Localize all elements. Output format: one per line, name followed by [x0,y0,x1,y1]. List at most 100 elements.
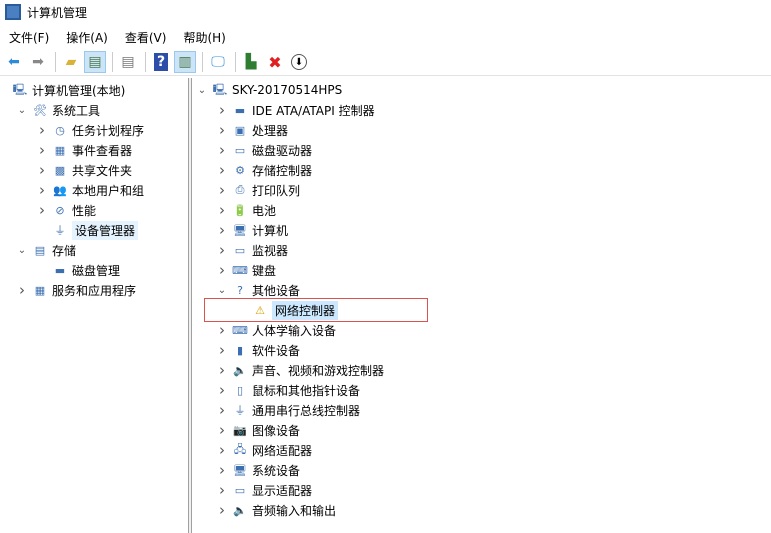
title-bar: 计算机管理 [0,0,771,24]
tree-item-label: 软件设备 [252,343,301,358]
chevron-right-icon[interactable]: › [216,121,228,139]
menu-view[interactable]: 查看(V) [116,29,175,46]
tree-item[interactable]: ⌄ ▤ 存储 [16,240,76,260]
disable-icon[interactable]: ⬇ [288,51,310,73]
tree-item-label: 网络控制器 [272,300,339,320]
tree-item[interactable]: › ⊘ 性能 [36,200,96,220]
tree-item-label: 其他设备 [252,283,301,298]
chevron-right-icon[interactable]: › [216,341,228,359]
separator [112,52,113,72]
chevron-right-icon[interactable]: › [216,361,228,379]
device-category[interactable]: › ⚙ 存储控制器 [216,160,312,180]
menu-help[interactable]: 帮助(H) [174,29,233,46]
device-category[interactable]: › 🔈 声音、视频和游戏控制器 [216,360,384,380]
tree-item-label: 事件查看器 [72,143,133,158]
chevron-right-icon[interactable]: › [216,381,228,399]
device-category[interactable]: › ⎙ 打印队列 [216,180,300,200]
forward-icon[interactable]: ➡ [27,51,49,73]
chevron-right-icon[interactable]: › [36,121,48,139]
chevron-right-icon[interactable]: › [216,321,228,339]
tree-item[interactable]: › ◷ 任务计划程序 [36,120,144,140]
tree-item[interactable]: › 👥 本地用户和组 [36,180,144,200]
tree-item[interactable]: ▬ 磁盘管理 [36,260,120,280]
users-icon: 👥 [53,183,67,197]
chevron-down-icon[interactable]: ⌄ [16,105,28,116]
tree-item-label: 服务和应用程序 [52,283,137,298]
show-hide-tree-icon[interactable]: ▤ [84,51,106,73]
chevron-right-icon[interactable]: › [216,481,228,499]
tree-item-label: 性能 [72,203,97,218]
device-category[interactable]: › ▯ 鼠标和其他指针设备 [216,380,360,400]
tree-item[interactable]: ⌄ 🛠 系统工具 [16,100,100,120]
menu-action[interactable]: 操作(A) [57,29,116,46]
printer-icon: ⎙ [235,183,245,196]
device-category[interactable]: › 📷 图像设备 [216,420,300,440]
device-category[interactable]: › ⏚ 通用串行总线控制器 [216,400,360,420]
device-category[interactable]: › 🖥 计算机 [216,220,288,240]
computer-management-icon: 🖳 [12,82,28,96]
device-item[interactable]: ⚠ 网络控制器 [236,300,339,320]
up-folder-icon[interactable]: ▰ [60,51,82,73]
tree-item-label: 图像设备 [252,423,301,438]
tree-root[interactable]: ⌄ 🖳 SKY-20170514HPS [196,80,342,100]
back-icon[interactable]: ⬅ [3,51,25,73]
device-category[interactable]: ⌄? 其他设备 [216,280,300,300]
tree-item-label: 声音、视频和游戏控制器 [252,363,385,378]
help-icon[interactable]: ? [150,51,172,73]
pane-splitter[interactable] [189,78,192,533]
device-category[interactable]: › ▬ IDE ATA/ATAPI 控制器 [216,100,375,120]
chevron-right-icon[interactable]: › [216,221,228,239]
chevron-right-icon[interactable]: › [216,501,228,519]
tree-item[interactable]: 🖳 计算机管理(本地) [0,80,126,100]
chevron-right-icon[interactable]: › [216,181,228,199]
properties-icon[interactable]: ▤ [117,51,139,73]
chevron-right-icon[interactable]: › [216,441,228,459]
tree-item[interactable]: ⏚ 设备管理器 [36,220,139,240]
show-action-pane-icon[interactable]: ▥ [174,51,196,73]
disk-management-icon: ▬ [54,263,66,277]
tree-item[interactable]: › ▩ 共享文件夹 [36,160,132,180]
tree-item-label: 计算机管理(本地) [32,83,126,98]
update-driver-icon[interactable]: ▙ [240,51,262,73]
chevron-right-icon[interactable]: › [216,461,228,479]
menu-file[interactable]: 文件(F) [0,29,57,46]
device-category[interactable]: › ▭ 磁盘驱动器 [216,140,312,160]
device-category[interactable]: › 🖧 网络适配器 [216,440,312,460]
device-category[interactable]: › ⌨ 人体学输入设备 [216,320,336,340]
device-category[interactable]: › ⌨ 键盘 [216,260,276,280]
tree-item[interactable]: › ▦ 事件查看器 [36,140,132,160]
scan-hardware-icon[interactable]: 🖵 [207,51,229,73]
tree-item-label: 监视器 [252,243,289,258]
device-category[interactable]: › 🔈 音频输入和输出 [216,500,336,520]
chevron-right-icon[interactable]: › [36,201,48,219]
chevron-right-icon[interactable]: › [216,161,228,179]
chevron-right-icon[interactable]: › [216,101,228,119]
tree-item-label: 任务计划程序 [72,123,145,138]
chevron-right-icon[interactable]: › [216,201,228,219]
chevron-down-icon[interactable]: ⌄ [216,285,228,296]
device-category[interactable]: › ▮ 软件设备 [216,340,300,360]
chevron-right-icon[interactable]: › [216,261,228,279]
device-category[interactable]: › 🔋 电池 [216,200,276,220]
tree-item-label: SKY-20170514HPS [232,83,343,97]
chevron-right-icon[interactable]: › [216,141,228,159]
monitor-icon: ▭ [234,243,246,257]
chevron-right-icon[interactable]: › [36,161,48,179]
chevron-right-icon[interactable]: › [16,281,28,299]
device-category[interactable]: › ▭ 监视器 [216,240,288,260]
device-category[interactable]: › 🖥 系统设备 [216,460,300,480]
device-category[interactable]: › ▣ 处理器 [216,120,288,140]
chevron-down-icon[interactable]: ⌄ [16,245,28,256]
chevron-right-icon[interactable]: › [216,241,228,259]
tree-item-label: 鼠标和其他指针设备 [252,383,361,398]
chevron-right-icon[interactable]: › [216,421,228,439]
uninstall-icon[interactable]: ✖ [264,51,286,73]
chevron-right-icon[interactable]: › [36,141,48,159]
chevron-right-icon[interactable]: › [36,181,48,199]
chevron-down-icon[interactable]: ⌄ [196,85,208,96]
sound-icon: 🔈 [233,363,247,377]
device-tree: ⌄ 🖳 SKY-20170514HPS › ▬ IDE ATA/ATAPI 控制器 › ▣ 处理… [193,78,771,533]
chevron-right-icon[interactable]: › [216,401,228,419]
device-category[interactable]: › ▭ 显示适配器 [216,480,312,500]
tree-item[interactable]: › ▦ 服务和应用程序 [16,280,136,300]
